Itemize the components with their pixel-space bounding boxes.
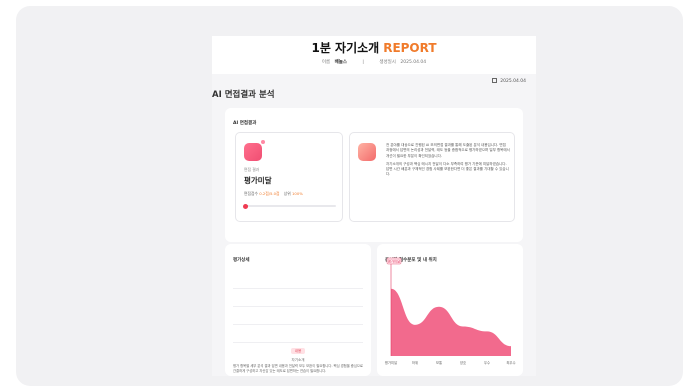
evaluation-text: 평가 항목별 세부 분석 결과 답변 내용과 전달력 모두 보완이 필요합니다.…: [233, 364, 363, 373]
my-position-label: 평가미달: [388, 258, 400, 263]
result-sub-label: 면접 결과: [244, 167, 260, 172]
analysis-paragraph-1: 전 분야를 대상으로 진행된 AI 모의면접 결과를 통해 도출된 분석 내용입…: [386, 143, 510, 158]
name-value: 배놀스: [334, 60, 347, 65]
result-grade: 평가미달: [244, 176, 272, 185]
name-label: 이름: [321, 60, 331, 65]
x-tick-label: 최우수: [506, 360, 515, 365]
score-value: 0.2점/5.0점: [259, 191, 280, 196]
x-tick-label: 보통: [436, 360, 442, 365]
report-date-value: 2025.04.04: [500, 79, 526, 84]
report-header: 1분 자기소개 REPORT 이름 배놀스 | 생성일시 2025.04.04: [212, 36, 536, 74]
page-background: 1분 자기소개 REPORT 이름 배놀스 | 생성일시 2025.04.04 2…: [16, 6, 683, 386]
rank-prefix: 상위: [283, 191, 291, 196]
result-summary-box: 면접 결과 평가미달 면접점수 0.2점/5.0점 상위 100%: [235, 132, 343, 222]
evaluation-detail-card: 평가상세 내용 자기소개 평가 항목별 세부 분석 결과 답변 내용과 전달력 …: [225, 244, 371, 376]
score-prefix: 면접점수: [244, 191, 258, 196]
distribution-area: [391, 288, 511, 356]
x-tick-label: 하위: [412, 360, 418, 365]
analysis-paragraph-2: 자기소개의 구성과 핵심 메시지 전달이 다소 부족하여 평가 기준에 미달하였…: [386, 161, 509, 177]
title-main: 1분 자기소개: [311, 41, 380, 55]
score-progress-bar: [243, 203, 336, 209]
x-tick-label: 양호: [460, 360, 466, 365]
calendar-icon: [492, 78, 498, 83]
report-document[interactable]: 1분 자기소개 REPORT 이름 배놀스 | 생성일시 2025.04.04 2…: [212, 36, 536, 376]
ai-result-card: AI 면접결과 면접 결과 평가미달 면접점수 0.2점/5.0점 상위 100…: [225, 108, 523, 242]
date-label: 생성일시: [379, 60, 396, 65]
report-title: 1분 자기소개 REPORT: [212, 39, 536, 56]
analysis-box: 전 분야를 대상으로 진행된 AI 모의면접 결과를 통해 도출된 분석 내용입…: [349, 132, 515, 222]
title-accent: REPORT: [383, 41, 437, 55]
evaluation-badge: 내용: [291, 348, 305, 354]
ai-result-label: AI 면접결과: [233, 121, 257, 126]
x-tick-label: 우수: [484, 360, 490, 365]
analysis-chart-icon: [358, 143, 376, 161]
evaluation-title: 평가상세: [233, 258, 250, 263]
score-line: 면접점수 0.2점/5.0점 상위 100%: [244, 191, 303, 197]
result-emoji-icon: [244, 140, 265, 161]
analysis-text: 전 분야를 대상으로 진행된 AI 모의면접 결과를 통해 도출된 분석 내용입…: [386, 143, 510, 181]
score-progress-dot: [243, 203, 248, 209]
section-title: AI 면접결과 분석: [212, 88, 536, 100]
score-distribution-card: 응시자 점수분포 및 내 위치 평가미달 평가미달 하위 보통 양호 우수 최우수: [377, 244, 523, 376]
score-distribution-chart: 평가미달평가미달 하위 보통 양호 우수 최우수: [385, 257, 516, 365]
rank-value: 100%: [291, 191, 303, 196]
evaluation-grid: [233, 288, 363, 344]
evaluation-badge-label: 자기소개: [291, 358, 305, 362]
report-meta: 이름 배놀스 | 생성일시 2025.04.04: [212, 59, 536, 65]
meta-divider: |: [362, 60, 364, 65]
section-title-text: AI 면접결과 분석: [212, 90, 275, 100]
date-value: 2025.04.04: [400, 60, 427, 65]
report-date: 2025.04.04: [492, 78, 526, 84]
x-tick-label: 평가미달: [385, 360, 397, 365]
